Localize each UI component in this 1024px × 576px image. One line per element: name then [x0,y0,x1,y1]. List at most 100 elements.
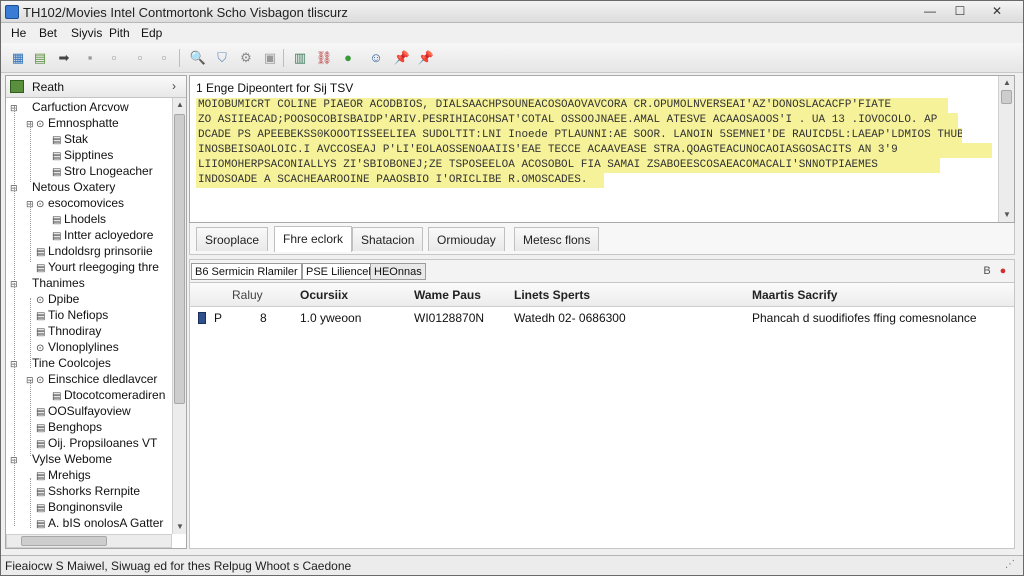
detail-vertical-scrollbar[interactable]: ▲ ▼ [998,76,1014,222]
subtab-search-results[interactable]: B6 Sermicin Rlamiler [191,263,302,280]
maximize-button[interactable]: ☐ [949,3,971,20]
pin-icon[interactable]: 📌 [393,49,411,67]
report-icon[interactable]: ▣ [261,49,279,67]
column-header-raluy[interactable]: Raluy [232,288,263,302]
scroll-up-icon[interactable]: ▲ [173,100,187,109]
tree-vertical-scrollbar[interactable]: ▲ ▼ [172,98,186,534]
tab-metesc-flons[interactable]: Metesc flons [514,227,600,251]
expand-toggle-icon[interactable]: ⊟ [26,119,36,130]
menu-item-file[interactable]: He [11,26,26,40]
scroll-up-icon[interactable]: ▲ [1000,78,1014,87]
tree-item[interactable]: ▤ Intter acloyedore [42,228,153,244]
minimize-button[interactable]: — [919,3,941,20]
tree-item[interactable]: ▤ Dtocotcomeradiren [42,388,165,404]
arrow-icon[interactable]: ➡ [55,49,73,67]
menu-item-help[interactable]: Edp [141,26,162,40]
grid-icon[interactable]: ▫ [105,49,123,67]
tree-item[interactable]: ▤ OOSulfayoview [26,404,131,420]
tree-item[interactable]: ▤ Benghops [26,420,102,436]
menu-bar: He Bet Siyvis Pith Edp [1,23,1023,43]
tree-item[interactable]: ⊟ Vylse Webome [10,452,112,468]
tree-item[interactable]: ⊟ ⊙ Emnosphatte [26,116,119,132]
tree-item[interactable]: ▤ Bonginonsvile [26,500,123,516]
table-row[interactable]: P 8 1.0 yweoon WI0128870N Watedh 02- 068… [190,307,1014,329]
tree-item-label: Stro Lnogeacher [64,164,153,178]
tree-hscroll-thumb[interactable] [21,536,107,546]
save-icon[interactable]: ▪ [81,49,99,67]
chevron-right-icon[interactable]: › [172,79,176,93]
close-icon[interactable]: ● [996,264,1010,278]
tab-ormiouday[interactable]: Ormiouday [428,227,505,251]
tab-shatacion[interactable]: Shatacion [352,227,424,251]
scroll-down-icon[interactable]: ▼ [1000,210,1014,219]
resize-grip-icon[interactable]: ⋰ [1005,559,1015,570]
tree-scroll-thumb[interactable] [174,114,185,404]
detail-scroll-thumb[interactable] [1001,90,1012,104]
tree-horizontal-scrollbar[interactable] [6,534,172,548]
run-icon[interactable]: ● [339,49,357,67]
node-icon: ⊙ [36,119,45,130]
tree-item-label: Sshorks Rernpite [48,484,141,498]
tree-item-label: Oij. Propsiloanes VT [48,436,158,450]
tree-item[interactable]: ▤ Sipptines [42,148,113,164]
export-icon[interactable]: B [980,264,994,278]
menu-item-tools[interactable]: Pith [109,26,130,40]
tree-item[interactable]: ▤ Mrehigs [26,468,91,484]
tree-item[interactable]: ▤ Stak [42,132,88,148]
search-icon[interactable]: 🔍 [189,49,207,67]
expand-toggle-icon[interactable]: ⊟ [10,183,20,194]
tree-item[interactable]: ⊙ Dpibe [26,292,79,308]
expand-toggle-icon[interactable]: ⊟ [10,359,20,370]
tree-item[interactable]: ⊟ ⊙ Einschice dledlavcer [26,372,157,388]
tree-item[interactable]: ▤ Thnodiray [26,324,101,340]
column-header-wame-paus[interactable]: Wame Paus [414,288,481,302]
expand-toggle-icon[interactable]: ⊟ [10,103,20,114]
tree-item-label: Bonginonsvile [48,500,123,514]
tab-fhre-eclork[interactable]: Fhre eclork [274,226,353,252]
tree-item[interactable]: ⊟ Carfuction Arcvow [10,100,129,116]
tree-item-label: OOSulfayoview [48,404,131,418]
tree-item[interactable]: ▤ Oij. Propsiloanes VT [26,436,157,452]
gear-icon[interactable]: ⚙ [237,49,255,67]
tree-item[interactable]: ⊟ Netous Oxatery [10,180,115,196]
subtab-licence[interactable]: PSE Liliencel [302,263,375,280]
tree-item[interactable]: ⊟ Thanimes [10,276,85,292]
pin-icon[interactable]: 📌 [417,49,435,67]
panel-icon[interactable]: ▤ [31,49,49,67]
menu-item-view[interactable]: Siyvis [71,26,102,40]
tab-srooplace[interactable]: Srooplace [196,227,269,251]
tree-item[interactable]: ▤ Sshorks Rernpite [26,484,140,500]
tree-item[interactable]: ▤ Stro Lnogeacher [42,164,153,180]
toolbar-separator [179,49,180,67]
monitor-icon[interactable]: ▥ [291,49,309,67]
tree-item[interactable]: ▤ A. bIS onolosA Gatter [26,516,163,532]
tree-item[interactable]: ⊙ Vlonoplylines [26,340,119,356]
window-icon[interactable]: ▦ [9,49,27,67]
tree-item[interactable]: ▤ Yourt rleegoging thre [26,260,159,276]
column-header-ocursiix[interactable]: Ocursiix [300,288,348,302]
expand-toggle-icon[interactable]: ⊟ [26,375,36,386]
grid-icon[interactable]: ▫ [131,49,149,67]
close-button[interactable]: ✕ [979,3,1015,20]
tree-item[interactable]: ▤ Lhodels [42,212,106,228]
tree-item[interactable]: ▤ Lndoldsrg prinsoriie [26,244,153,260]
expand-toggle-icon[interactable]: ⊟ [26,199,36,210]
network-icon[interactable]: ⛓ [315,49,333,67]
column-header-linets-sperts[interactable]: Linets Sperts [514,288,590,302]
user-icon[interactable]: ☺ [367,49,385,67]
folder-icon [10,80,24,93]
grid-icon[interactable]: ▫ [155,49,173,67]
node-icon: ⊙ [36,295,45,306]
filter-icon[interactable]: ⛉ [213,49,231,67]
column-header-maartis-sacrify[interactable]: Maartis Sacrify [752,288,837,302]
tree-item[interactable]: ▤ Tio Nefiops [26,308,108,324]
scroll-down-icon[interactable]: ▼ [173,522,187,531]
title-bar: TH102/Movies Intel Contmortonk Scho Visb… [1,1,1023,23]
tree-header: Reath › [6,76,186,98]
menu-item-edit[interactable]: Bet [39,26,57,40]
expand-toggle-icon[interactable]: ⊟ [10,455,20,466]
subtab-hedonnas[interactable]: HEOnnas [370,263,426,280]
tree-item[interactable]: ⊟ Tine Coolcojes [10,356,111,372]
tree-item[interactable]: ⊟ ⊙ esocomovices [26,196,124,212]
expand-toggle-icon[interactable]: ⊟ [10,279,20,290]
